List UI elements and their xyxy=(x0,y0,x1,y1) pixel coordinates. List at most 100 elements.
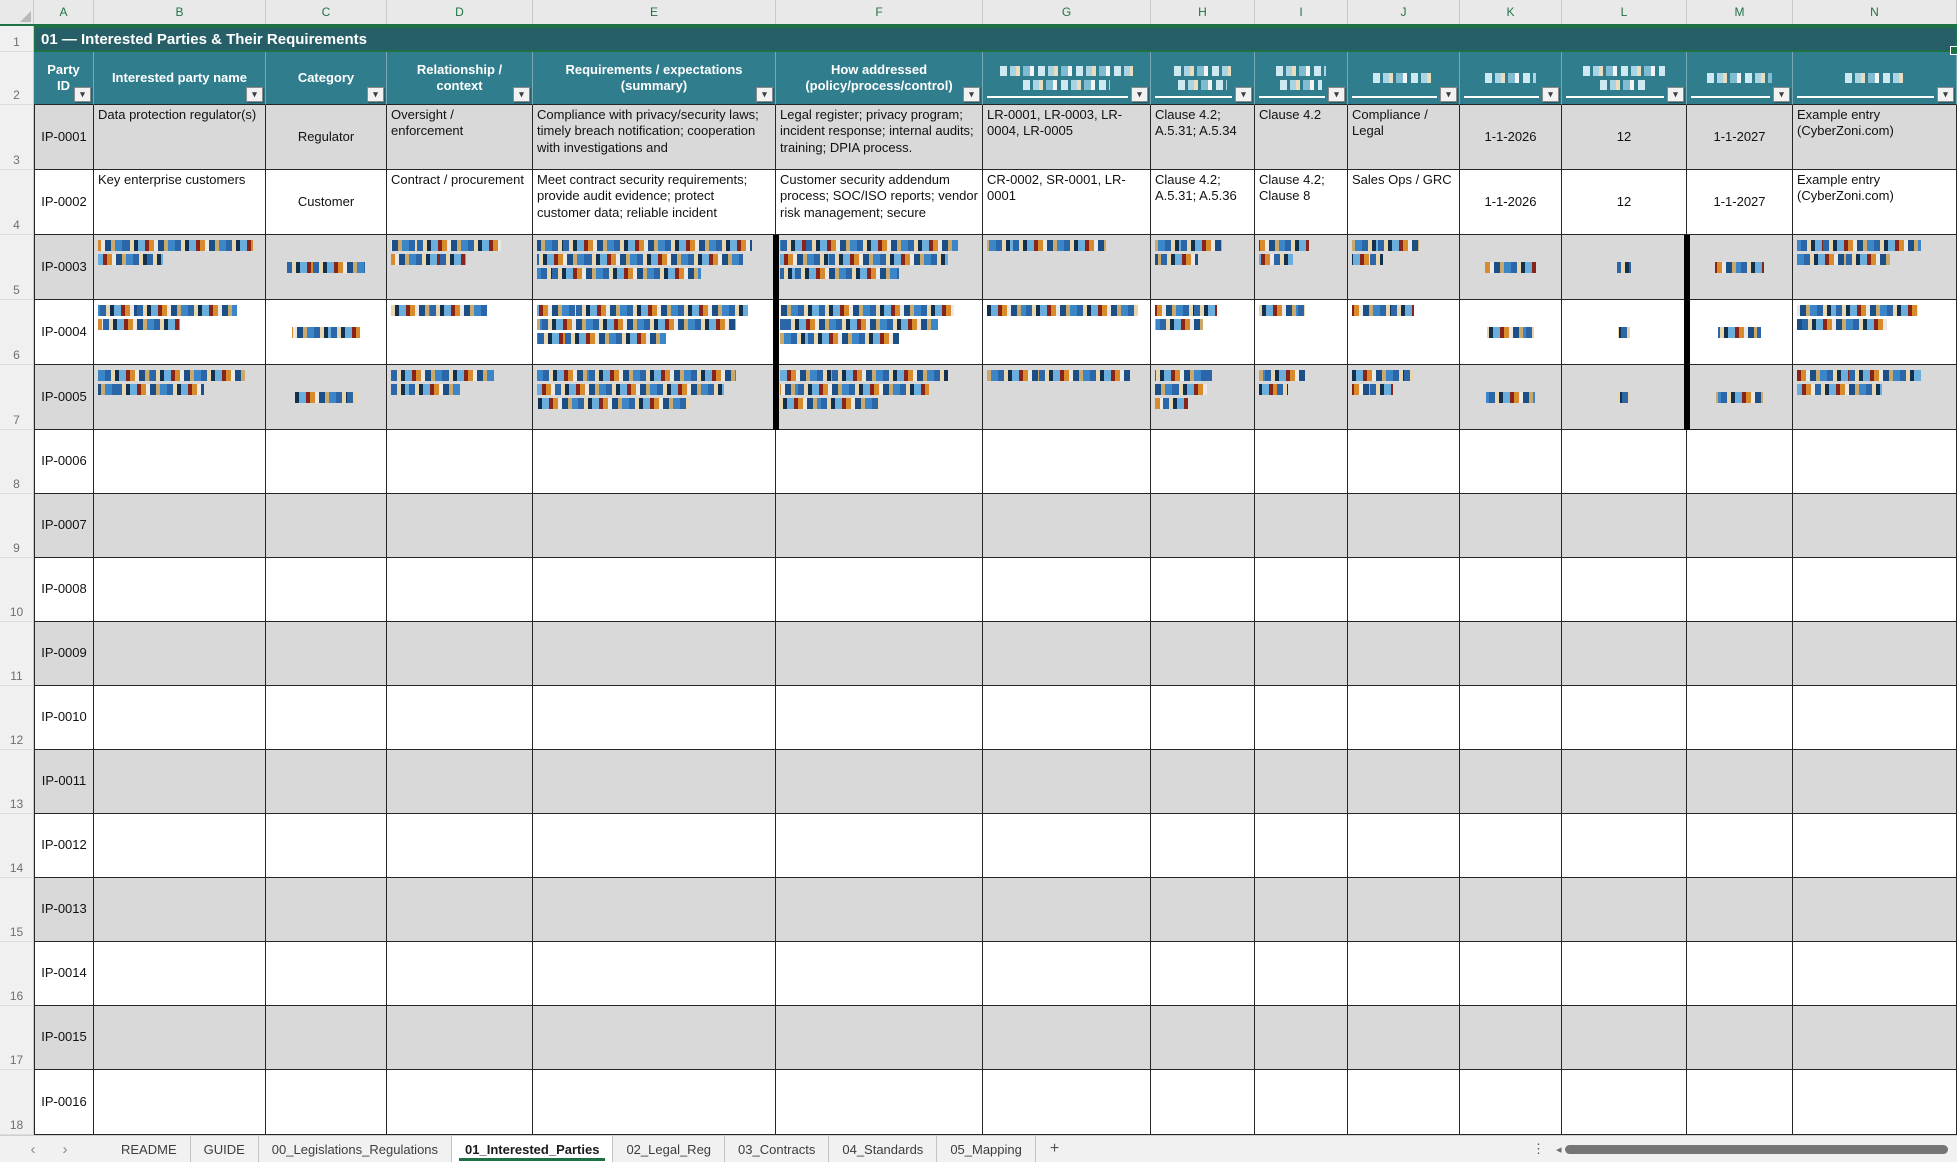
cell-E6[interactable] xyxy=(533,300,776,365)
cell-J9[interactable] xyxy=(1348,494,1460,558)
row-number[interactable]: 8 xyxy=(0,430,34,494)
next-sheet-arrow-icon[interactable]: › xyxy=(54,1141,76,1158)
sheet-title-cell[interactable]: 01 — Interested Parties & Their Requirem… xyxy=(34,26,1957,52)
cell-C10[interactable] xyxy=(266,558,387,622)
cell-E3[interactable]: Compliance with privacy/security laws; t… xyxy=(533,105,776,170)
cell-N9[interactable] xyxy=(1793,494,1957,558)
column-header-A[interactable]: A xyxy=(34,0,94,24)
cell-H12[interactable] xyxy=(1151,686,1255,750)
cell-H7[interactable] xyxy=(1151,365,1255,430)
filter-dropdown-button[interactable]: ▾ xyxy=(756,87,773,102)
cell-J17[interactable] xyxy=(1348,1006,1460,1070)
filter-dropdown-button[interactable]: ▾ xyxy=(1328,87,1345,102)
cell-K8[interactable] xyxy=(1460,430,1562,494)
cell-H8[interactable] xyxy=(1151,430,1255,494)
column-header-N[interactable]: N xyxy=(1793,0,1957,24)
filter-dropdown-button[interactable]: ▾ xyxy=(513,87,530,102)
cell-I3[interactable]: Clause 4.2 xyxy=(1255,105,1348,170)
cell-B5[interactable] xyxy=(94,235,266,300)
cell-D5[interactable] xyxy=(387,235,533,300)
tab-README[interactable]: README xyxy=(108,1136,191,1162)
filter-dropdown-button[interactable]: ▾ xyxy=(1773,87,1790,102)
cell-D6[interactable] xyxy=(387,300,533,365)
cell-G11[interactable] xyxy=(983,622,1151,686)
cell-A9[interactable]: IP-0007 xyxy=(34,494,94,558)
cell-A13[interactable]: IP-0011 xyxy=(34,750,94,814)
cell-C16[interactable] xyxy=(266,942,387,1006)
cell-B18[interactable] xyxy=(94,1070,266,1135)
cell-D16[interactable] xyxy=(387,942,533,1006)
cell-J4[interactable]: Sales Ops / GRC xyxy=(1348,170,1460,235)
cell-G10[interactable] xyxy=(983,558,1151,622)
cell-F6[interactable] xyxy=(776,300,983,365)
row-number[interactable]: 5 xyxy=(0,235,34,300)
cell-I11[interactable] xyxy=(1255,622,1348,686)
cell-H4[interactable]: Clause 4.2; A.5.31; A.5.36 xyxy=(1151,170,1255,235)
cell-A4[interactable]: IP-0002 xyxy=(34,170,94,235)
cell-I17[interactable] xyxy=(1255,1006,1348,1070)
column-header-J[interactable]: J xyxy=(1348,0,1460,24)
cell-A18[interactable]: IP-0016 xyxy=(34,1070,94,1135)
cell-F8[interactable] xyxy=(776,430,983,494)
cell-E12[interactable] xyxy=(533,686,776,750)
cell-N11[interactable] xyxy=(1793,622,1957,686)
cell-A15[interactable]: IP-0013 xyxy=(34,878,94,942)
cell-E11[interactable] xyxy=(533,622,776,686)
cell-J12[interactable] xyxy=(1348,686,1460,750)
cell-M7[interactable] xyxy=(1687,365,1793,430)
cell-M10[interactable] xyxy=(1687,558,1793,622)
row-number[interactable]: 15 xyxy=(0,878,34,942)
cell-B14[interactable] xyxy=(94,814,266,878)
row-number[interactable]: 12 xyxy=(0,686,34,750)
cell-N10[interactable] xyxy=(1793,558,1957,622)
row-number[interactable]: 1 xyxy=(0,26,34,52)
cell-C7[interactable] xyxy=(266,365,387,430)
header-col-A[interactable]: Party ID▾ xyxy=(34,52,94,105)
cell-I15[interactable] xyxy=(1255,878,1348,942)
tab-01_Interested_Parties[interactable]: 01_Interested_Parties xyxy=(452,1136,613,1162)
column-header-L[interactable]: L xyxy=(1562,0,1687,24)
cell-G18[interactable] xyxy=(983,1070,1151,1135)
cell-A10[interactable]: IP-0008 xyxy=(34,558,94,622)
row-number[interactable]: 7 xyxy=(0,365,34,430)
cell-B12[interactable] xyxy=(94,686,266,750)
filter-dropdown-button[interactable]: ▾ xyxy=(1440,87,1457,102)
cell-M15[interactable] xyxy=(1687,878,1793,942)
row-number[interactable]: 10 xyxy=(0,558,34,622)
cell-C15[interactable] xyxy=(266,878,387,942)
cell-I13[interactable] xyxy=(1255,750,1348,814)
cell-G15[interactable] xyxy=(983,878,1151,942)
cell-L14[interactable] xyxy=(1562,814,1687,878)
cell-E5[interactable] xyxy=(533,235,776,300)
cell-B13[interactable] xyxy=(94,750,266,814)
cell-C11[interactable] xyxy=(266,622,387,686)
cell-N12[interactable] xyxy=(1793,686,1957,750)
header-col-M[interactable]: ▾ xyxy=(1687,52,1793,105)
header-col-L[interactable]: ▾ xyxy=(1562,52,1687,105)
cell-M6[interactable] xyxy=(1687,300,1793,365)
cell-M3[interactable]: 1-1-2027 xyxy=(1687,105,1793,170)
cell-J7[interactable] xyxy=(1348,365,1460,430)
cell-I12[interactable] xyxy=(1255,686,1348,750)
cell-B6[interactable] xyxy=(94,300,266,365)
cell-L16[interactable] xyxy=(1562,942,1687,1006)
tab-GUIDE[interactable]: GUIDE xyxy=(191,1136,259,1162)
cell-J16[interactable] xyxy=(1348,942,1460,1006)
cell-A3[interactable]: IP-0001 xyxy=(34,105,94,170)
cell-L9[interactable] xyxy=(1562,494,1687,558)
cell-F4[interactable]: Customer security addendum process; SOC/… xyxy=(776,170,983,235)
cell-J5[interactable] xyxy=(1348,235,1460,300)
column-header-B[interactable]: B xyxy=(94,0,266,24)
row-number[interactable]: 17 xyxy=(0,1006,34,1070)
cell-K14[interactable] xyxy=(1460,814,1562,878)
cell-K15[interactable] xyxy=(1460,878,1562,942)
column-header-I[interactable]: I xyxy=(1255,0,1348,24)
cell-K9[interactable] xyxy=(1460,494,1562,558)
cell-A8[interactable]: IP-0006 xyxy=(34,430,94,494)
cell-K5[interactable] xyxy=(1460,235,1562,300)
cell-M5[interactable] xyxy=(1687,235,1793,300)
header-col-N[interactable]: ▾ xyxy=(1793,52,1957,105)
scroll-left-icon[interactable]: ◂ xyxy=(1556,1143,1562,1156)
header-col-F[interactable]: How addressed (policy/process/control)▾ xyxy=(776,52,983,105)
cell-I14[interactable] xyxy=(1255,814,1348,878)
